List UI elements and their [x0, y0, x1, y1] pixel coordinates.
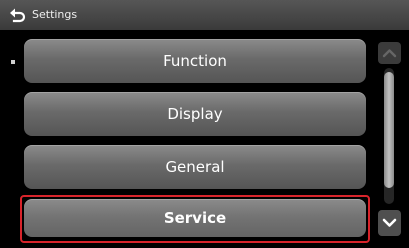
title-bar: Settings — [0, 0, 409, 30]
scroll-thumb[interactable] — [384, 72, 394, 188]
chevron-down-icon — [382, 218, 397, 227]
back-arrow-icon[interactable] — [9, 7, 27, 23]
settings-screen: Settings Function Display General Servic… — [0, 0, 409, 248]
scroll-down-button[interactable] — [378, 210, 401, 236]
chevron-up-icon — [382, 49, 397, 58]
scroll-up-button[interactable] — [378, 42, 401, 64]
display-button-label: Display — [167, 105, 223, 123]
service-button-label: Service — [163, 209, 227, 227]
function-button[interactable]: Function — [24, 39, 366, 83]
service-button[interactable]: Service — [24, 199, 366, 237]
function-button-label: Function — [163, 52, 227, 70]
page-title: Settings — [32, 8, 78, 21]
general-button-label: General — [165, 158, 225, 176]
status-indicator-icon — [11, 49, 15, 64]
display-button[interactable]: Display — [24, 92, 366, 136]
general-button[interactable]: General — [24, 145, 366, 189]
